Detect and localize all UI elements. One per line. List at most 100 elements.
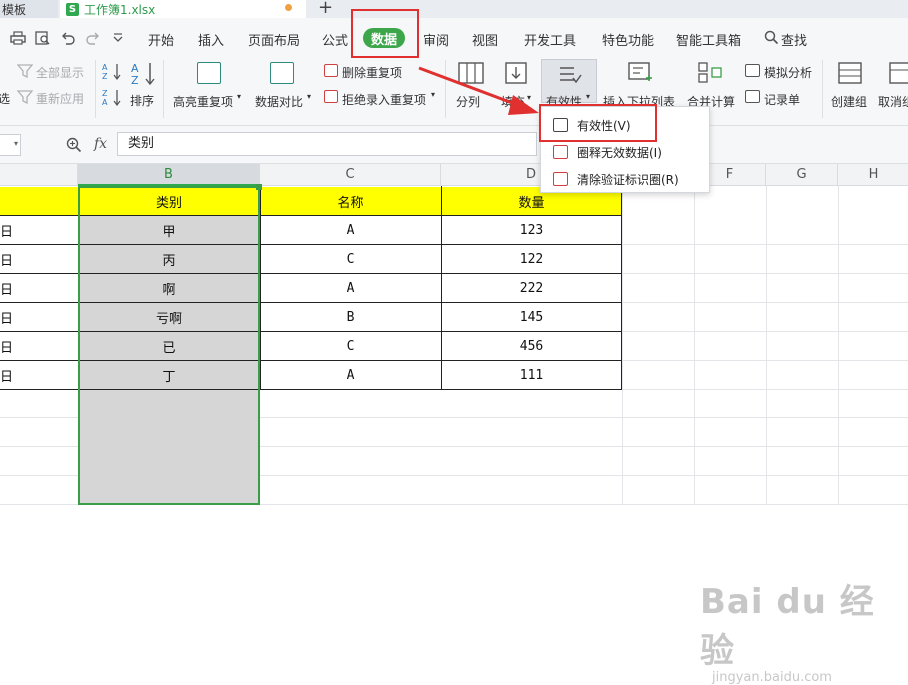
- gridline: [766, 186, 767, 505]
- menu-search[interactable]: 查找: [781, 30, 807, 49]
- table-cell-quantity[interactable]: 145: [441, 303, 622, 331]
- header-cell-name[interactable]: 名称: [260, 187, 441, 215]
- table-cell-name[interactable]: A: [260, 274, 441, 302]
- column-header-b[interactable]: B: [78, 164, 260, 186]
- gridline: [694, 186, 695, 505]
- table-cell-quantity[interactable]: 123: [441, 216, 622, 244]
- spreadsheet-logo-icon: S: [66, 2, 79, 16]
- table-cell-name[interactable]: C: [260, 245, 441, 273]
- chevron-down-icon[interactable]: ▾: [307, 92, 311, 101]
- menu-item-clear-validation-circles[interactable]: 清除验证标识圈(R): [541, 166, 711, 192]
- formula-bar: ▾ fx 类别: [0, 126, 908, 164]
- menu-review[interactable]: 审阅: [423, 30, 449, 49]
- reapply-button[interactable]: 重新应用: [36, 90, 84, 107]
- column-header-h[interactable]: H: [838, 164, 908, 186]
- search-icon[interactable]: [764, 30, 779, 45]
- menu-view[interactable]: 视图: [472, 30, 498, 49]
- column-header-a[interactable]: [0, 164, 78, 186]
- chevron-down-icon[interactable]: ▾: [586, 92, 590, 101]
- header-cell-a[interactable]: [0, 187, 78, 215]
- column-header-c[interactable]: C: [260, 164, 441, 186]
- insert-dropdown-list-icon: [628, 62, 652, 81]
- fill-handle[interactable]: [256, 184, 262, 190]
- gridline: [622, 186, 623, 505]
- data-compare-button[interactable]: 数据对比: [255, 93, 303, 110]
- table-cell-quantity[interactable]: 222: [441, 274, 622, 302]
- column-header-g[interactable]: G: [766, 164, 838, 186]
- menu-developer[interactable]: 开发工具: [524, 30, 576, 49]
- table-border: [621, 186, 622, 390]
- tab-template[interactable]: 模板: [0, 0, 58, 18]
- table-cell-a[interactable]: 日: [0, 274, 78, 302]
- watermark: Bai du 经验 jingyan.baidu.com: [700, 574, 908, 685]
- sort-icon[interactable]: AZ: [130, 60, 156, 86]
- table-cell-quantity[interactable]: 111: [441, 361, 622, 389]
- table-cell-name[interactable]: C: [260, 332, 441, 360]
- menu-home[interactable]: 开始: [148, 30, 174, 49]
- filter-partial-label[interactable]: 选: [0, 90, 10, 107]
- annotation-highlight-validity-item: [539, 104, 657, 142]
- chevron-down-icon[interactable]: ▾: [237, 92, 241, 101]
- customize-chevron-icon[interactable]: [113, 31, 123, 45]
- table-border: [441, 186, 442, 390]
- circle-invalid-data-icon: [553, 145, 568, 159]
- create-group-button[interactable]: 创建组: [831, 93, 867, 110]
- chevron-down-icon[interactable]: ▾: [14, 139, 18, 148]
- reapply-icon: [17, 90, 33, 104]
- tab-label: 工作簿1.xlsx: [84, 2, 156, 17]
- tab-workbook[interactable]: S 工作簿1.xlsx: [60, 0, 306, 18]
- gridline: [838, 186, 839, 505]
- table-cell-a[interactable]: 日: [0, 361, 78, 389]
- zoom-formula-icon[interactable]: [66, 137, 82, 153]
- menu-special-features[interactable]: 特色功能: [602, 30, 654, 49]
- spreadsheet-grid[interactable]: B C D E F G H 类别 名称 数量 日 甲 A 123 日 丙 C 1…: [0, 164, 908, 685]
- name-box[interactable]: ▾: [0, 134, 21, 156]
- table-cell-a[interactable]: 日: [0, 245, 78, 273]
- ungroup-icon: [889, 62, 908, 84]
- unsaved-dot-icon: [285, 4, 292, 11]
- table-cell-name[interactable]: B: [260, 303, 441, 331]
- menu-page-layout[interactable]: 页面布局: [248, 30, 300, 49]
- highlight-duplicates-button[interactable]: 高亮重复项: [173, 93, 233, 110]
- ribbon-separator: [163, 60, 164, 118]
- table-cell-name[interactable]: A: [260, 216, 441, 244]
- ribbon-separator: [822, 60, 823, 118]
- undo-icon[interactable]: [61, 31, 75, 45]
- menu-insert[interactable]: 插入: [198, 30, 224, 49]
- highlight-duplicates-icon: [197, 62, 221, 84]
- menu-formulas[interactable]: 公式: [322, 30, 348, 49]
- menu-item-label: 清除验证标识圈(R): [577, 172, 679, 187]
- sort-button[interactable]: 排序: [130, 92, 154, 109]
- watermark-url: jingyan.baidu.com: [712, 670, 832, 685]
- formula-input[interactable]: 类别: [117, 132, 537, 156]
- what-if-analysis-icon: [745, 64, 760, 77]
- annotation-highlight-data-tab: [351, 9, 419, 58]
- table-cell-quantity[interactable]: 456: [441, 332, 622, 360]
- reject-duplicates-button[interactable]: 拒绝录入重复项: [342, 91, 426, 108]
- new-tab-button[interactable]: +: [318, 0, 333, 18]
- watermark-logo: Bai du 经验: [700, 582, 875, 671]
- svg-text:Z: Z: [102, 89, 108, 98]
- show-all-button[interactable]: 全部显示: [36, 64, 84, 81]
- tab-bar: 模板 S 工作簿1.xlsx +: [0, 0, 908, 18]
- table-cell-quantity[interactable]: 122: [441, 245, 622, 273]
- record-sheet-button[interactable]: 记录单: [764, 91, 800, 108]
- table-cell-a[interactable]: 日: [0, 332, 78, 360]
- delete-duplicates-button[interactable]: 删除重复项: [342, 64, 402, 81]
- sort-desc-icon[interactable]: ZA: [102, 88, 122, 106]
- table-cell-a[interactable]: 日: [0, 216, 78, 244]
- menu-smart-toolbox[interactable]: 智能工具箱: [676, 30, 741, 49]
- table-cell-a[interactable]: 日: [0, 303, 78, 331]
- fx-label[interactable]: fx: [94, 136, 107, 152]
- print-icon[interactable]: [10, 31, 26, 45]
- menu-item-circle-invalid-data[interactable]: 圈释无效数据(I): [541, 139, 711, 165]
- ungroup-button[interactable]: 取消组: [878, 93, 908, 110]
- delete-duplicates-icon: [324, 64, 338, 77]
- create-group-icon: [838, 62, 862, 84]
- print-preview-icon[interactable]: [35, 31, 51, 45]
- redo-icon[interactable]: [86, 31, 100, 45]
- table-cell-name[interactable]: A: [260, 361, 441, 389]
- sort-asc-icon[interactable]: AZ: [102, 62, 122, 80]
- validity-icon: [560, 67, 582, 84]
- what-if-analysis-button[interactable]: 模拟分析: [764, 64, 812, 81]
